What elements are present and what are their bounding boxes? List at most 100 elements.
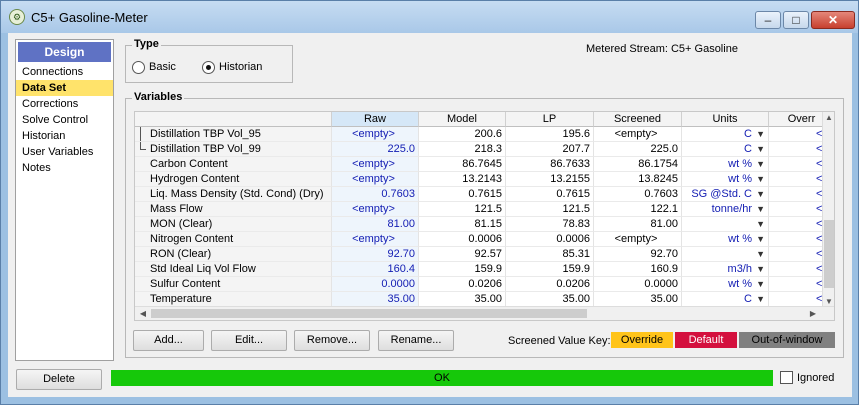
table-row[interactable]: MON (Clear) 81.00 81.15 78.83 81.00 ▼ <e… bbox=[135, 217, 834, 232]
table-row[interactable]: Nitrogen Content <empty> 0.0006 0.0006 <… bbox=[135, 232, 834, 247]
close-button[interactable]: ✕ bbox=[811, 11, 855, 29]
table-row[interactable]: Distillation TBP Vol_95 <empty> 200.6 19… bbox=[135, 127, 834, 142]
units-cell[interactable]: SG @Std. C ▼ bbox=[682, 187, 769, 202]
table-row[interactable]: Carbon Content <empty> 86.7645 86.7633 8… bbox=[135, 157, 834, 172]
units-cell[interactable]: wt % ▼ bbox=[682, 157, 769, 172]
nav-item-corrections[interactable]: Corrections bbox=[16, 96, 113, 112]
maximize-button[interactable]: □ bbox=[783, 11, 809, 29]
raw-cell[interactable]: 225.0 bbox=[332, 142, 419, 157]
units-cell[interactable]: wt % ▼ bbox=[682, 232, 769, 247]
nav-item-historian[interactable]: Historian bbox=[16, 128, 113, 144]
minimize-button[interactable]: – bbox=[755, 11, 781, 29]
column-header-raw[interactable]: Raw bbox=[332, 112, 419, 127]
title-bar[interactable]: ⚙ C5+ Gasoline-Meter – □ ✕ bbox=[1, 1, 858, 33]
nav-item-connections[interactable]: Connections bbox=[16, 64, 113, 80]
chevron-down-icon[interactable]: ▼ bbox=[756, 217, 765, 231]
chevron-down-icon[interactable]: ▼ bbox=[756, 127, 765, 141]
radio-basic-indicator[interactable] bbox=[132, 60, 145, 74]
scroll-up-icon[interactable]: ▲ bbox=[823, 112, 834, 124]
radio-historian-label: Historian bbox=[219, 61, 263, 73]
lp-cell: 0.0006 bbox=[506, 232, 594, 247]
units-cell[interactable]: C ▼ bbox=[682, 142, 769, 157]
tree-elbow bbox=[140, 149, 146, 150]
scroll-right-icon[interactable]: ▶ bbox=[807, 308, 819, 320]
model-cell: 159.9 bbox=[419, 262, 506, 277]
raw-cell[interactable]: 81.00 bbox=[332, 217, 419, 232]
chevron-down-icon[interactable]: ▼ bbox=[756, 202, 765, 216]
radio-basic[interactable]: Basic bbox=[132, 60, 176, 74]
nav-item-data-set[interactable]: Data Set bbox=[16, 80, 113, 96]
remove-button[interactable]: Remove... bbox=[294, 330, 370, 351]
row-name: Nitrogen Content bbox=[135, 232, 332, 247]
column-header-lp[interactable]: LP bbox=[506, 112, 594, 127]
chevron-down-icon[interactable]: ▼ bbox=[756, 187, 765, 201]
units-cell[interactable]: ▼ bbox=[682, 247, 769, 262]
column-header-model[interactable]: Model bbox=[419, 112, 506, 127]
delete-button[interactable]: Delete bbox=[16, 369, 102, 390]
table-row[interactable]: Std Ideal Liq Vol Flow 160.4 159.9 159.9… bbox=[135, 262, 834, 277]
lp-cell: 85.31 bbox=[506, 247, 594, 262]
vertical-scroll-thumb[interactable] bbox=[824, 220, 834, 288]
units-cell[interactable]: C ▼ bbox=[682, 292, 769, 307]
table-row[interactable]: Distillation TBP Vol_99 225.0 218.3 207.… bbox=[135, 142, 834, 157]
app-icon: ⚙ bbox=[9, 9, 25, 25]
table-row[interactable]: Sulfur Content 0.0000 0.0206 0.0206 0.00… bbox=[135, 277, 834, 292]
add-button[interactable]: Add... bbox=[133, 330, 204, 351]
raw-cell[interactable]: 35.00 bbox=[332, 292, 419, 307]
chevron-down-icon[interactable]: ▼ bbox=[756, 157, 765, 171]
column-header-name bbox=[135, 112, 332, 127]
chevron-down-icon[interactable]: ▼ bbox=[756, 262, 765, 276]
edit-button[interactable]: Edit... bbox=[211, 330, 287, 351]
chevron-down-icon[interactable]: ▼ bbox=[756, 292, 765, 306]
table-row[interactable]: Temperature 35.00 35.00 35.00 35.00 C▼ <… bbox=[135, 292, 834, 307]
raw-cell[interactable]: 160.4 bbox=[332, 262, 419, 277]
units-cell[interactable]: m3/h ▼ bbox=[682, 262, 769, 277]
chevron-down-icon[interactable]: ▼ bbox=[756, 172, 765, 186]
units-cell[interactable]: wt % ▼ bbox=[682, 277, 769, 292]
lp-cell: 13.2155 bbox=[506, 172, 594, 187]
ignored-label: Ignored bbox=[797, 371, 835, 384]
nav-header[interactable]: Design bbox=[18, 42, 111, 62]
screened-cell: 160.9 bbox=[594, 262, 682, 277]
scroll-left-icon[interactable]: ◀ bbox=[137, 308, 149, 320]
table-row[interactable]: Liq. Mass Density (Std. Cond) (Dry) 0.76… bbox=[135, 187, 834, 202]
raw-cell[interactable]: <empty> bbox=[332, 232, 419, 247]
units-cell[interactable]: wt % ▼ bbox=[682, 172, 769, 187]
raw-cell[interactable]: <empty> bbox=[332, 172, 419, 187]
table-row[interactable]: Mass Flow <empty> 121.5 121.5 122.1 tonn… bbox=[135, 202, 834, 217]
chevron-down-icon[interactable]: ▼ bbox=[756, 142, 765, 156]
raw-cell[interactable]: 92.70 bbox=[332, 247, 419, 262]
nav-item-user-variables[interactable]: User Variables bbox=[16, 144, 113, 160]
column-header-units[interactable]: Units bbox=[682, 112, 769, 127]
ignored-checkbox-box[interactable] bbox=[780, 371, 793, 384]
screened-key-label: Screened Value Key: bbox=[508, 335, 611, 347]
units-cell[interactable]: C ▼ bbox=[682, 127, 769, 142]
column-header-screened[interactable]: Screened bbox=[594, 112, 682, 127]
nav-item-solve-control[interactable]: Solve Control bbox=[16, 112, 113, 128]
rename-button[interactable]: Rename... bbox=[378, 330, 454, 351]
raw-cell[interactable]: 0.0000 bbox=[332, 277, 419, 292]
horizontal-scrollbar[interactable]: ◀ ▶ bbox=[135, 306, 834, 320]
table-row[interactable]: RON (Clear) 92.70 92.57 85.31 92.70 ▼ <e… bbox=[135, 247, 834, 262]
units-cell[interactable]: ▼ bbox=[682, 217, 769, 232]
table-row[interactable]: Hydrogen Content <empty> 13.2143 13.2155… bbox=[135, 172, 834, 187]
ignored-checkbox[interactable]: Ignored bbox=[780, 371, 834, 384]
radio-historian[interactable]: Historian bbox=[202, 60, 262, 74]
raw-cell[interactable]: <empty> bbox=[332, 202, 419, 217]
row-name: Sulfur Content bbox=[135, 277, 332, 292]
horizontal-scroll-thumb[interactable] bbox=[151, 309, 587, 318]
model-cell: 35.00 bbox=[419, 292, 506, 307]
radio-historian-indicator[interactable] bbox=[202, 60, 215, 74]
tree-line bbox=[140, 127, 141, 141]
chevron-down-icon[interactable]: ▼ bbox=[756, 232, 765, 246]
raw-cell[interactable]: <empty> bbox=[332, 157, 419, 172]
raw-cell[interactable]: 0.7603 bbox=[332, 187, 419, 202]
units-cell[interactable]: tonne/hr ▼ bbox=[682, 202, 769, 217]
model-cell: 0.0206 bbox=[419, 277, 506, 292]
chevron-down-icon[interactable]: ▼ bbox=[756, 277, 765, 291]
raw-cell[interactable]: <empty> bbox=[332, 127, 419, 142]
vertical-scrollbar[interactable]: ▲ ▼ bbox=[822, 112, 834, 308]
nav-item-notes[interactable]: Notes bbox=[16, 160, 113, 176]
chevron-down-icon[interactable]: ▼ bbox=[756, 247, 765, 261]
key-out-of-window: Out-of-window bbox=[739, 332, 835, 348]
